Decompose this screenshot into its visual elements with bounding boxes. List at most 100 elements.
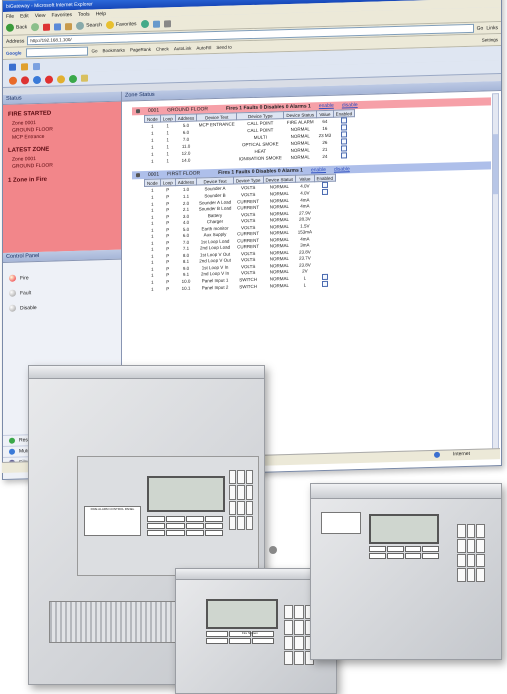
google-item-pagerank[interactable]: PageRank — [130, 47, 151, 53]
enabled-checkbox[interactable] — [321, 280, 328, 288]
bell-icon[interactable] — [57, 74, 65, 83]
alarm-icon[interactable] — [9, 76, 17, 85]
stop-alarm-icon[interactable] — [21, 75, 29, 84]
media-icon — [140, 19, 149, 29]
scrollbar[interactable] — [492, 93, 499, 456]
links-button[interactable]: Links — [486, 25, 498, 31]
status-leds — [147, 516, 223, 536]
panel-top — [29, 366, 264, 379]
media-button[interactable] — [140, 19, 149, 29]
menu-item-tools[interactable]: Tools — [78, 11, 90, 17]
zone-name: GROUND FLOOR — [167, 106, 208, 114]
control-item-disable[interactable]: Disable — [9, 302, 115, 312]
mute-icon — [9, 448, 15, 455]
status-leds — [206, 631, 274, 644]
enabled-checkbox[interactable] — [340, 145, 347, 152]
led-icon — [9, 289, 16, 297]
google-item-autolink[interactable]: AutoLink — [174, 46, 192, 51]
search-button[interactable]: Search — [76, 21, 102, 30]
back-icon — [6, 23, 14, 32]
user-icon[interactable] — [33, 62, 40, 70]
log-icon[interactable] — [81, 74, 88, 82]
menu-item-help[interactable]: Help — [96, 11, 106, 17]
zone-block: 0001 GROUND FLOOR Fires 1 Faults 0 Disable… — [132, 97, 491, 165]
table-cell: 24 — [322, 153, 328, 160]
enabled-checkbox[interactable] — [340, 138, 347, 145]
keypad — [229, 470, 253, 530]
control-item-fault[interactable]: Fault — [9, 287, 115, 297]
table-cell — [333, 152, 355, 160]
disable-link[interactable]: disable — [342, 102, 358, 108]
google-search-input[interactable] — [25, 46, 88, 58]
back-label: Back — [16, 24, 28, 31]
device-table: Node Loop Address Device Text Device Type Dev… — [144, 174, 336, 293]
scrollbar-thumb[interactable] — [493, 134, 498, 195]
lcd-display — [147, 476, 225, 512]
menu-item-view[interactable]: View — [35, 12, 46, 18]
fire-started-label: FIRE STARTED — [8, 110, 52, 118]
latest-zone-label: LATEST ZONE — [8, 146, 50, 154]
key-lock — [269, 546, 277, 554]
panel-icon[interactable] — [9, 63, 16, 71]
lcd-display — [369, 514, 439, 544]
table-cell — [197, 155, 237, 163]
enable-link[interactable]: enable — [311, 167, 326, 173]
led-icon — [9, 304, 16, 312]
favorites-button[interactable]: Favorites — [105, 20, 137, 30]
refresh-button[interactable] — [54, 22, 62, 31]
lcd-display — [206, 599, 278, 629]
menu-item-file[interactable]: File — [6, 13, 14, 19]
print-button[interactable] — [163, 19, 171, 27]
fire-alarm-box: FIRE STARTED Zone 0001 GROUND FLOOR MCP En… — [3, 101, 121, 253]
table-cell: SWITCH — [239, 283, 258, 290]
mail-icon — [152, 20, 160, 28]
table-cell: Panel Input 2 — [201, 284, 229, 291]
enable-link[interactable]: enable — [319, 103, 334, 109]
settings-icon[interactable] — [21, 62, 28, 70]
enabled-checkbox[interactable] — [321, 181, 328, 189]
collapse-icon[interactable] — [136, 173, 140, 178]
google-item-check[interactable]: Check — [156, 46, 169, 51]
keypad — [457, 524, 485, 582]
enabled-checkbox[interactable] — [340, 131, 347, 138]
enabled-checkbox[interactable] — [340, 117, 347, 124]
stop-button[interactable] — [43, 23, 51, 31]
star-icon — [105, 20, 114, 30]
print-icon — [163, 19, 171, 27]
table-cell: 1 — [151, 158, 154, 164]
table-cell: 14.0 — [181, 157, 191, 163]
home-button[interactable] — [65, 22, 73, 30]
collapse-icon[interactable] — [136, 109, 140, 114]
control-item-fire[interactable]: Fire — [9, 272, 115, 282]
zone-code: 0001 — [148, 171, 160, 178]
address-label: Address — [6, 37, 25, 45]
enabled-checkbox[interactable] — [321, 273, 328, 281]
menu-item-edit[interactable]: Edit — [20, 13, 29, 19]
settings-button[interactable]: Settings — [482, 37, 498, 42]
internet-zone-label: Internet — [453, 450, 470, 458]
enabled-checkbox[interactable] — [340, 152, 347, 159]
stop-icon — [43, 23, 51, 31]
forward-icon — [31, 22, 40, 32]
mail-button[interactable] — [152, 20, 160, 28]
zone-name: FIRST FLOOR — [167, 170, 201, 178]
enabled-checkbox[interactable] — [340, 124, 347, 131]
go-button[interactable]: Go — [477, 25, 484, 31]
google-item-go[interactable]: Go — [92, 48, 98, 53]
back-button[interactable]: Back — [6, 23, 27, 32]
forward-button[interactable] — [31, 22, 40, 32]
google-item-send-to[interactable]: Send to — [216, 45, 232, 50]
control-item-label: Fire — [20, 274, 29, 281]
disable-link[interactable]: disable — [334, 166, 350, 172]
google-item-autofill[interactable]: AutoFill — [196, 45, 211, 50]
home-icon — [65, 22, 73, 30]
info-icon[interactable] — [33, 75, 41, 84]
control-item-label: Disable — [20, 304, 37, 311]
fire-icon[interactable] — [45, 75, 53, 84]
enabled-checkbox[interactable] — [321, 188, 328, 196]
silence-icon[interactable] — [69, 74, 77, 83]
small-panel-label: Fire System — [242, 631, 259, 635]
menu-item-favorites[interactable]: Favorites — [51, 12, 72, 19]
google-item-bookmarks[interactable]: Bookmarks — [103, 48, 126, 54]
medium-control-panel — [310, 483, 502, 660]
